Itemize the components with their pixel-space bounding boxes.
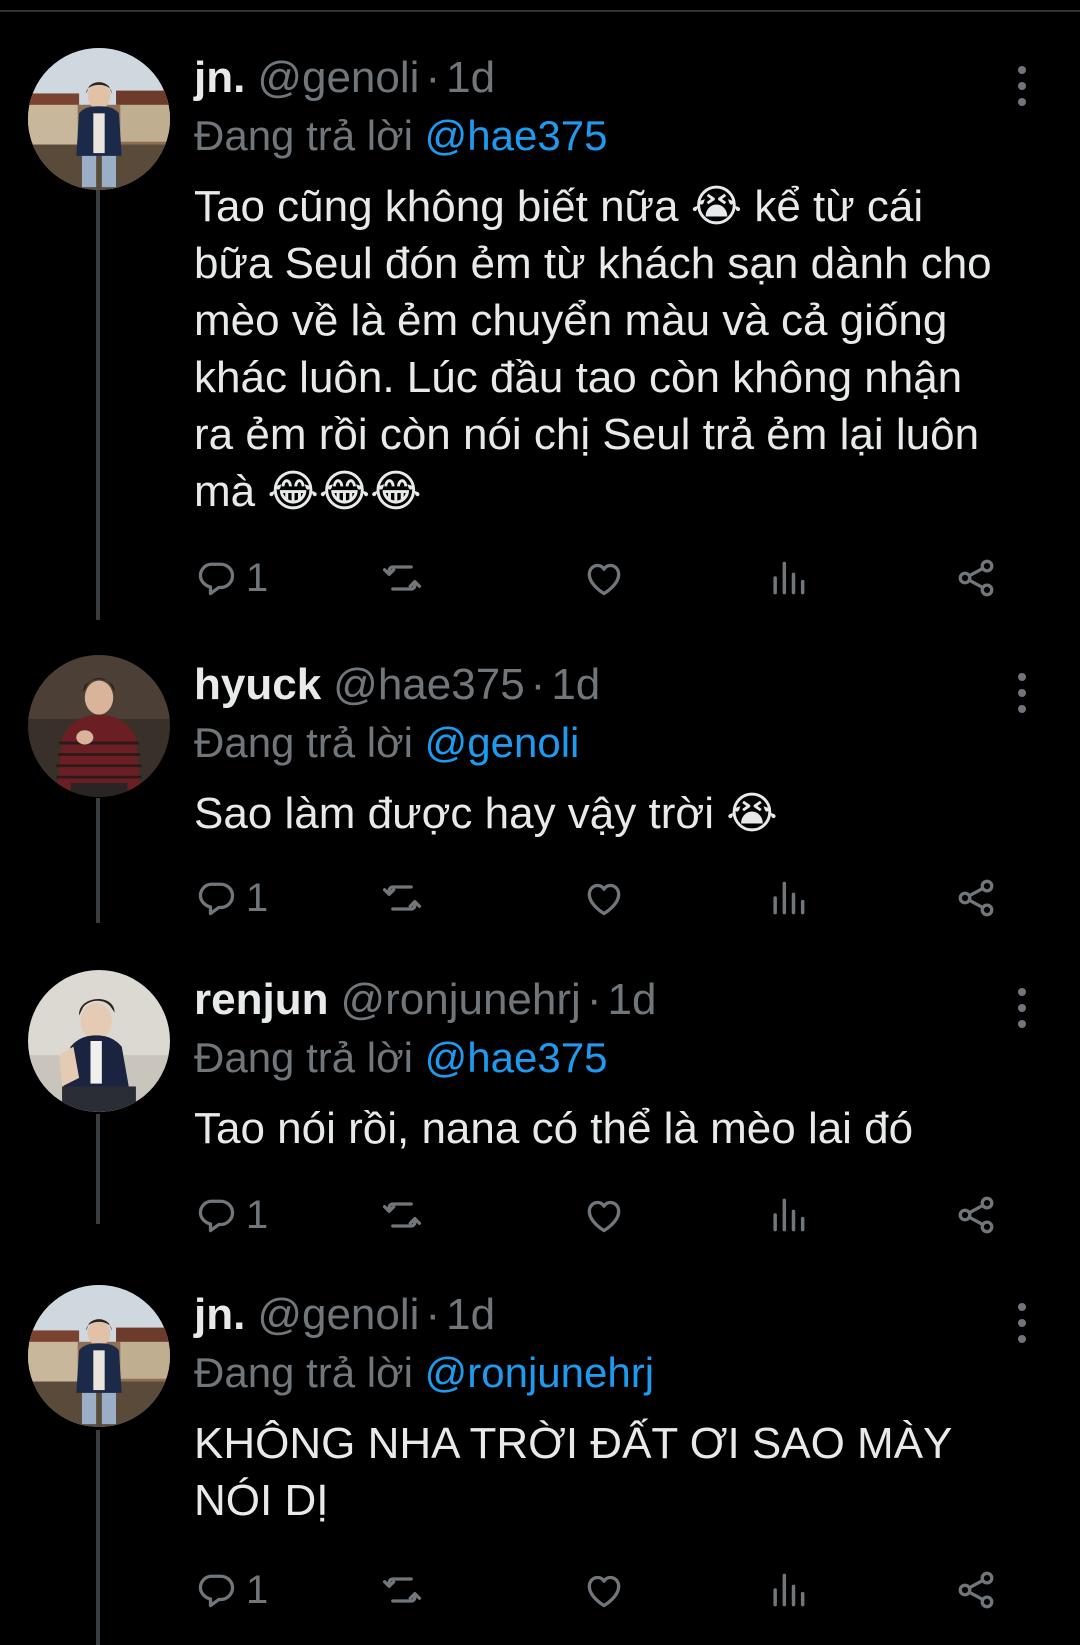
tweet-header: jn. @genoli · 1d	[194, 1285, 495, 1345]
reply-button[interactable]: 1	[194, 553, 268, 603]
display-name[interactable]: hyuck	[194, 655, 321, 715]
retweet-button[interactable]	[380, 1565, 424, 1615]
avatar[interactable]	[28, 970, 170, 1112]
action-bar: 1	[194, 553, 1014, 603]
thread-line	[96, 1430, 100, 1645]
retweet-icon	[380, 556, 424, 600]
top-divider	[0, 10, 1080, 12]
thread-line	[96, 1114, 100, 1224]
views-button[interactable]	[766, 1565, 810, 1615]
share-button[interactable]	[954, 1565, 998, 1615]
replying-to: Đang trả lời @ronjunehrj	[194, 1343, 654, 1403]
share-icon	[954, 556, 998, 600]
user-handle[interactable]: @hae375	[333, 655, 525, 715]
retweet-button[interactable]	[380, 1190, 424, 1240]
views-icon	[766, 556, 810, 600]
reply-icon	[194, 1193, 238, 1237]
user-handle[interactable]: @ronjunehrj	[340, 970, 580, 1030]
more-icon[interactable]	[1005, 1303, 1039, 1343]
display-name[interactable]: jn.	[194, 1285, 245, 1345]
avatar[interactable]	[28, 1285, 170, 1427]
avatar[interactable]	[28, 655, 170, 797]
retweet-icon	[380, 1568, 424, 1612]
action-bar: 1	[194, 1565, 1014, 1615]
tweet-header: renjun @ronjunehrj · 1d	[194, 970, 656, 1030]
action-bar: 1	[194, 1190, 1014, 1240]
timestamp[interactable]: 1d	[446, 1285, 495, 1345]
more-icon[interactable]	[1005, 66, 1039, 106]
more-icon[interactable]	[1005, 673, 1039, 713]
timestamp[interactable]: 1d	[607, 970, 656, 1030]
share-icon	[954, 1568, 998, 1612]
user-handle[interactable]: @genoli	[257, 1285, 419, 1345]
tweet-text: Tao cũng không biết nữa 😭 kể từ cái bữa …	[194, 182, 992, 516]
like-button[interactable]	[582, 1190, 626, 1240]
timestamp[interactable]: 1d	[446, 48, 495, 108]
replying-to: Đang trả lời @genoli	[194, 713, 579, 773]
reply-icon	[194, 556, 238, 600]
views-button[interactable]	[766, 873, 810, 923]
thread-line	[96, 798, 100, 923]
replying-label: Đang trả lời	[194, 1034, 413, 1081]
share-icon	[954, 876, 998, 920]
like-button[interactable]	[582, 873, 626, 923]
mention-link[interactable]: @genoli	[425, 719, 580, 766]
separator: ·	[425, 1290, 441, 1339]
reply-icon	[194, 876, 238, 920]
mention-link[interactable]: @ronjunehrj	[425, 1349, 654, 1396]
retweet-icon	[380, 1193, 424, 1237]
display-name[interactable]: jn.	[194, 48, 245, 108]
reply-icon	[194, 1568, 238, 1612]
views-icon	[766, 1193, 810, 1237]
views-icon	[766, 1568, 810, 1612]
reply-count: 1	[246, 1192, 269, 1237]
tweet-text: KHÔNG NHA TRỜI ĐẤT ƠI SAO MÀY NÓI DỊ	[194, 1419, 952, 1525]
like-icon	[582, 876, 626, 920]
reply-count: 1	[246, 875, 269, 920]
tweet-header: hyuck @hae375 · 1d	[194, 655, 600, 715]
views-button[interactable]	[766, 1190, 810, 1240]
reply-count: 1	[246, 1567, 269, 1612]
replying-label: Đang trả lời	[194, 1349, 413, 1396]
more-icon[interactable]	[1005, 988, 1039, 1028]
replying-label: Đang trả lời	[194, 719, 413, 766]
reply-button[interactable]: 1	[194, 1190, 268, 1240]
share-icon	[954, 1193, 998, 1237]
like-icon	[582, 1568, 626, 1612]
mention-link[interactable]: @hae375	[425, 1034, 608, 1081]
reply-button[interactable]: 1	[194, 873, 268, 923]
like-icon	[582, 1193, 626, 1237]
timestamp[interactable]: 1d	[551, 655, 600, 715]
retweet-icon	[380, 876, 424, 920]
retweet-button[interactable]	[380, 553, 424, 603]
share-button[interactable]	[954, 873, 998, 923]
user-handle[interactable]: @genoli	[257, 48, 419, 108]
separator: ·	[425, 53, 441, 102]
retweet-button[interactable]	[380, 873, 424, 923]
reply-count: 1	[246, 555, 269, 600]
mention-link[interactable]: @hae375	[425, 112, 608, 159]
tweet-text: Tao nói rồi, nana có thể là mèo lai đó	[194, 1104, 914, 1153]
share-button[interactable]	[954, 1190, 998, 1240]
views-button[interactable]	[766, 553, 810, 603]
separator: ·	[586, 975, 602, 1024]
separator: ·	[530, 660, 546, 709]
like-icon	[582, 556, 626, 600]
thread-line	[96, 188, 100, 620]
display-name[interactable]: renjun	[194, 970, 328, 1030]
avatar[interactable]	[28, 48, 170, 190]
replying-to: Đang trả lời @hae375	[194, 1028, 607, 1088]
action-bar: 1	[194, 873, 1014, 923]
replying-label: Đang trả lời	[194, 112, 413, 159]
replying-to: Đang trả lời @hae375	[194, 106, 607, 166]
like-button[interactable]	[582, 1565, 626, 1615]
like-button[interactable]	[582, 553, 626, 603]
share-button[interactable]	[954, 553, 998, 603]
tweet-header: jn. @genoli · 1d	[194, 48, 495, 108]
views-icon	[766, 876, 810, 920]
tweet-text: Sao làm được hay vậy trời 😭	[194, 789, 778, 838]
reply-button[interactable]: 1	[194, 1565, 268, 1615]
